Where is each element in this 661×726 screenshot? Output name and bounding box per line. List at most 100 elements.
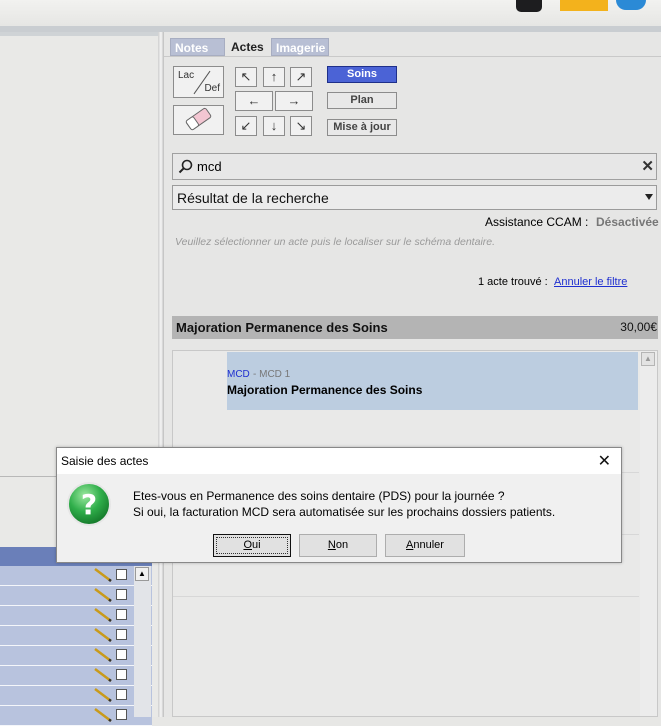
arrow-down-right-button[interactable]: ↘ xyxy=(290,116,312,136)
confirm-dialog: Saisie des actes ✕ ? Etes-vous en Perman… xyxy=(56,447,622,563)
actes-tab-label: Actes xyxy=(231,40,264,54)
arrow-up-left-button[interactable]: ↖ xyxy=(235,67,257,87)
tab-underline xyxy=(164,56,661,57)
arrow-right-button[interactable]: → xyxy=(275,91,313,111)
eraser-icon xyxy=(185,107,212,131)
pencil-icon[interactable] xyxy=(93,568,113,582)
row-checkbox[interactable] xyxy=(116,569,127,580)
dialog-title: Saisie des actes xyxy=(61,454,149,468)
arrow-down-button[interactable]: ↓ xyxy=(263,116,285,136)
list-item[interactable] xyxy=(0,606,152,626)
dialog-body: ? Etes-vous en Permanence des soins dent… xyxy=(57,474,621,562)
instruction-text: Veuillez sélectionner un acte puis le lo… xyxy=(175,236,496,248)
notes-tab-label: Notes xyxy=(175,41,209,55)
scroll-up-icon[interactable]: ▲ xyxy=(135,567,149,581)
result-select[interactable]: Résultat de la recherche xyxy=(172,185,657,210)
arrow-down-icon: ↓ xyxy=(270,118,278,133)
def-label: Def xyxy=(204,83,220,94)
pencil-icon[interactable] xyxy=(93,688,113,702)
row-checkbox[interactable] xyxy=(116,629,127,640)
ccam-status: Désactivée xyxy=(596,215,659,229)
pencil-icon[interactable] xyxy=(93,648,113,662)
plan-button[interactable]: Plan xyxy=(327,92,397,109)
arrow-down-left-icon: ↙ xyxy=(240,118,252,133)
non-mnemonic: N xyxy=(327,539,336,551)
list-item[interactable] xyxy=(0,646,152,666)
left-panel-header xyxy=(0,32,158,36)
result-item[interactable]: MCD - MCD 1 Majoration Permanence des So… xyxy=(227,352,638,410)
mise-a-jour-label: Mise à jour xyxy=(333,121,391,133)
left-list xyxy=(0,566,152,726)
arrow-up-button[interactable]: ↑ xyxy=(263,67,285,87)
scroll-up-icon[interactable]: ▲ xyxy=(641,352,655,366)
oui-mnemonic: O xyxy=(243,539,252,551)
arrow-down-left-button[interactable]: ↙ xyxy=(235,116,257,136)
app-launcher-icon[interactable] xyxy=(560,0,608,11)
mise-a-jour-button[interactable]: Mise à jour xyxy=(327,119,397,136)
question-icon: ? xyxy=(67,482,111,526)
imagerie-tab-label: Imagerie xyxy=(276,41,326,55)
chevron-down-icon[interactable] xyxy=(645,194,653,200)
selected-act-bar: Majoration Permanence des Soins 30,00€ xyxy=(172,316,658,339)
pencil-icon[interactable] xyxy=(93,588,113,602)
pencil-icon[interactable] xyxy=(93,608,113,622)
search-input[interactable]: mcd xyxy=(197,159,222,174)
act-subcode: - MCD 1 xyxy=(253,369,291,380)
tab-imagerie[interactable]: Imagerie xyxy=(271,38,329,56)
list-item[interactable] xyxy=(0,706,152,726)
list-item[interactable] xyxy=(0,686,152,706)
row-checkbox[interactable] xyxy=(116,609,127,620)
left-list-scrollbar[interactable]: ▲ xyxy=(134,566,151,717)
non-label: on xyxy=(335,539,349,551)
act-code: MCD xyxy=(227,369,250,380)
arrow-left-icon: ← xyxy=(247,93,261,108)
search-field[interactable]: mcd ✕ xyxy=(172,153,657,180)
arrow-up-right-icon: ↗ xyxy=(295,69,307,84)
row-checkbox[interactable] xyxy=(116,649,127,660)
arrow-up-right-button[interactable]: ↗ xyxy=(290,67,312,87)
list-item[interactable] xyxy=(0,666,152,686)
arrow-down-right-icon: ↘ xyxy=(295,118,307,133)
arrow-up-icon: ↑ xyxy=(270,69,278,84)
row-separator xyxy=(173,596,639,597)
arrow-up-left-icon: ↖ xyxy=(240,69,252,84)
search-icon xyxy=(178,159,193,174)
result-count: 1 acte trouvé : xyxy=(478,276,548,288)
tab-actes[interactable]: Actes xyxy=(227,38,270,56)
result-select-value: Résultat de la recherche xyxy=(177,190,329,206)
pencil-icon[interactable] xyxy=(93,708,113,722)
row-checkbox[interactable] xyxy=(116,589,127,600)
row-checkbox[interactable] xyxy=(116,689,127,700)
tablet-icon[interactable] xyxy=(516,0,542,12)
reset-filter-link[interactable]: Annuler le filtre xyxy=(554,276,627,288)
eraser-button[interactable] xyxy=(173,105,224,135)
pencil-icon[interactable] xyxy=(93,668,113,682)
selected-act-title: Majoration Permanence des Soins xyxy=(176,320,388,335)
annuler-button[interactable]: Annuler xyxy=(385,534,465,557)
non-button[interactable]: Non xyxy=(299,534,377,557)
soins-label: Soins xyxy=(347,68,377,80)
selected-act-price: 30,00€ xyxy=(620,320,657,334)
annuler-label: nnuler xyxy=(413,539,444,551)
list-item[interactable] xyxy=(0,586,152,606)
oui-label: ui xyxy=(252,539,261,551)
lac-label: Lac xyxy=(178,70,195,81)
lac-def-button[interactable]: Lac Def xyxy=(173,66,224,98)
row-checkbox[interactable] xyxy=(116,709,127,720)
tab-notes[interactable]: Notes xyxy=(170,38,225,56)
arrow-left-button[interactable]: ← xyxy=(235,91,273,111)
soins-button[interactable]: Soins xyxy=(327,66,397,83)
close-icon[interactable]: ✕ xyxy=(598,451,611,471)
list-item[interactable] xyxy=(0,566,152,586)
list-item[interactable] xyxy=(0,626,152,646)
arrow-right-icon: → xyxy=(287,93,301,108)
oui-button[interactable]: Oui xyxy=(213,534,291,557)
plan-label: Plan xyxy=(350,94,374,106)
results-scrollbar[interactable]: ▲ xyxy=(640,351,657,716)
clear-icon[interactable]: ✕ xyxy=(641,157,654,175)
svg-text:?: ? xyxy=(81,488,97,521)
pencil-icon[interactable] xyxy=(93,628,113,642)
row-checkbox[interactable] xyxy=(116,669,127,680)
dialog-message-line2: Si oui, la facturation MCD sera automati… xyxy=(133,505,556,519)
dialog-message-line1: Etes-vous en Permanence des soins dentai… xyxy=(133,489,505,503)
